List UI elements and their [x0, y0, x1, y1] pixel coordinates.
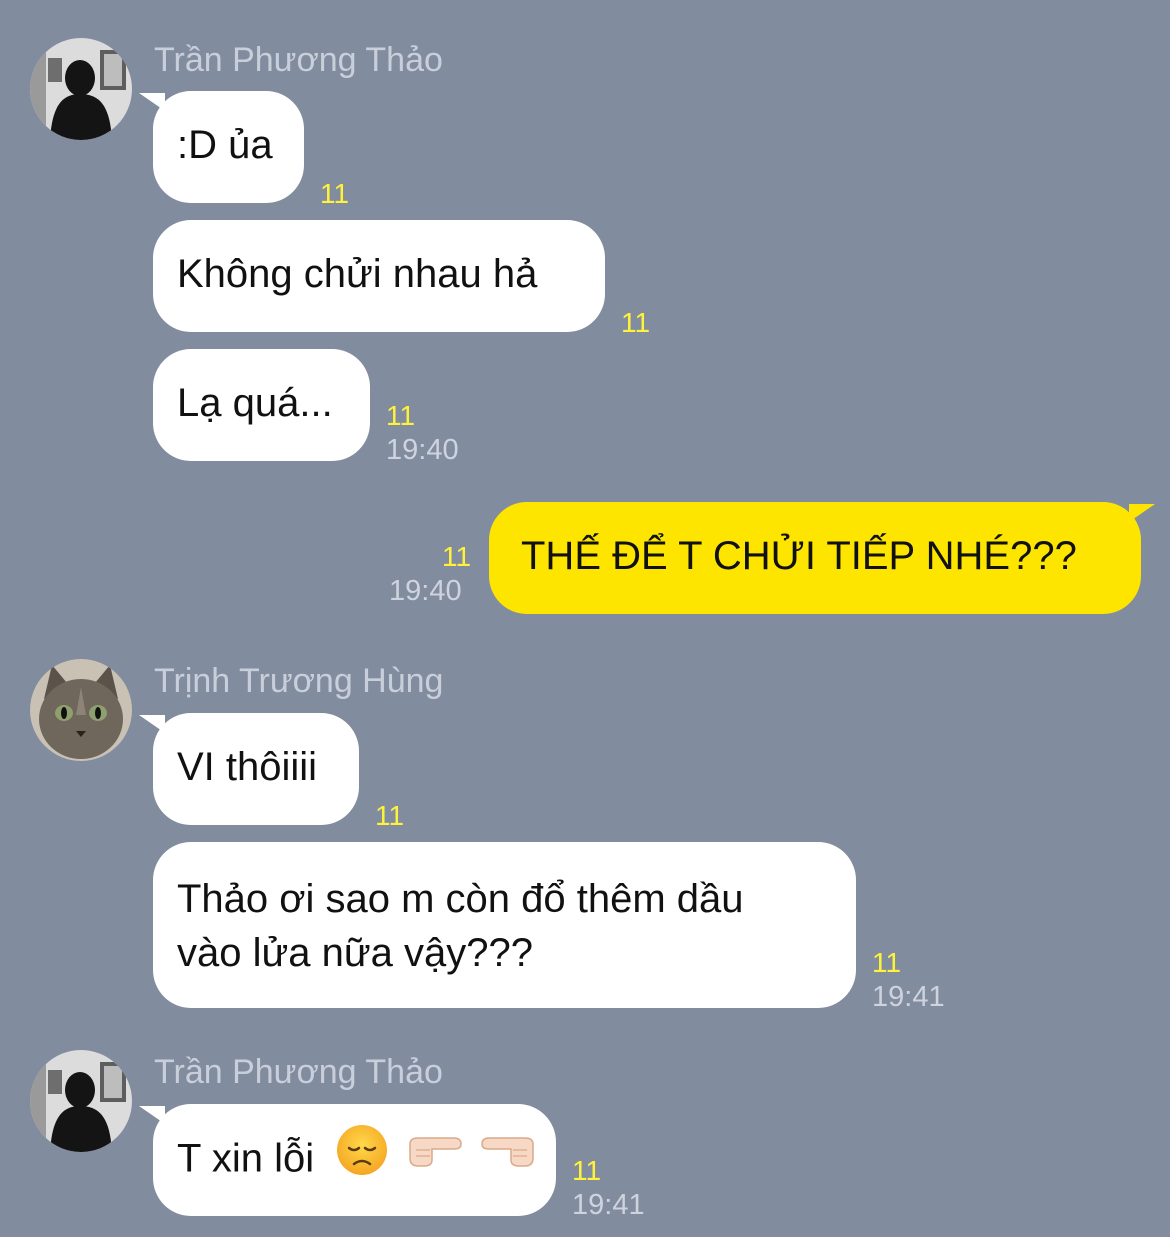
message-text: Không chửi nhau hả — [177, 252, 538, 296]
message-text: T xin lỗi — [177, 1136, 315, 1181]
message-text: VI thôiiii — [177, 745, 318, 789]
unread-count: 11 — [442, 541, 472, 572]
message-bubble[interactable]: :D ủa — [139, 91, 304, 203]
message-time: 19:40 — [389, 575, 462, 607]
pointing-left-emoji-icon — [479, 1130, 537, 1184]
avatar-tran-phuong-thao[interactable] — [30, 38, 132, 140]
message-bubble[interactable]: Lạ quá... — [153, 349, 370, 461]
unread-count: 11 — [320, 178, 350, 209]
my-message-bubble[interactable]: THẾ ĐỂ T CHỬI TIẾP NHÉ??? — [489, 502, 1155, 614]
message-bubble[interactable]: T xin lỗi — [139, 1104, 556, 1216]
message-bubble[interactable]: Không chửi nhau hả — [153, 220, 605, 332]
unread-count: 11 — [572, 1155, 602, 1186]
message-text-line: vào lửa nữa vậy??? — [177, 931, 533, 975]
message-time: 19:41 — [572, 1189, 645, 1221]
avatar-tran-phuong-thao[interactable] — [30, 1050, 132, 1152]
message-time: 19:40 — [386, 434, 459, 466]
sender-name: Trần Phương Thảo — [154, 1053, 443, 1091]
message-text: :D ủa — [177, 123, 273, 167]
pointing-right-emoji-icon — [406, 1130, 464, 1184]
unread-count: 11 — [375, 800, 405, 831]
message-bubble[interactable]: VI thôiiii — [139, 713, 359, 825]
message-text: THẾ ĐỂ T CHỬI TIẾP NHÉ??? — [521, 534, 1077, 578]
unread-count: 11 — [872, 947, 902, 978]
avatar-trinh-truong-hung[interactable] — [30, 659, 132, 761]
message-time: 19:41 — [872, 981, 945, 1013]
unread-count: 11 — [621, 307, 651, 338]
message-bubble[interactable]: Thảo ơi sao m còn đổ thêm dầu vào lửa nữ… — [153, 842, 856, 1008]
unread-count: 11 — [386, 400, 416, 431]
sender-name: Trần Phương Thảo — [154, 41, 443, 79]
sender-name: Trịnh Trương Hùng — [154, 662, 444, 700]
disappointed-face-emoji-icon — [335, 1123, 389, 1191]
message-text-line: Thảo ơi sao m còn đổ thêm dầu — [177, 877, 744, 921]
message-text: Lạ quá... — [177, 381, 333, 425]
